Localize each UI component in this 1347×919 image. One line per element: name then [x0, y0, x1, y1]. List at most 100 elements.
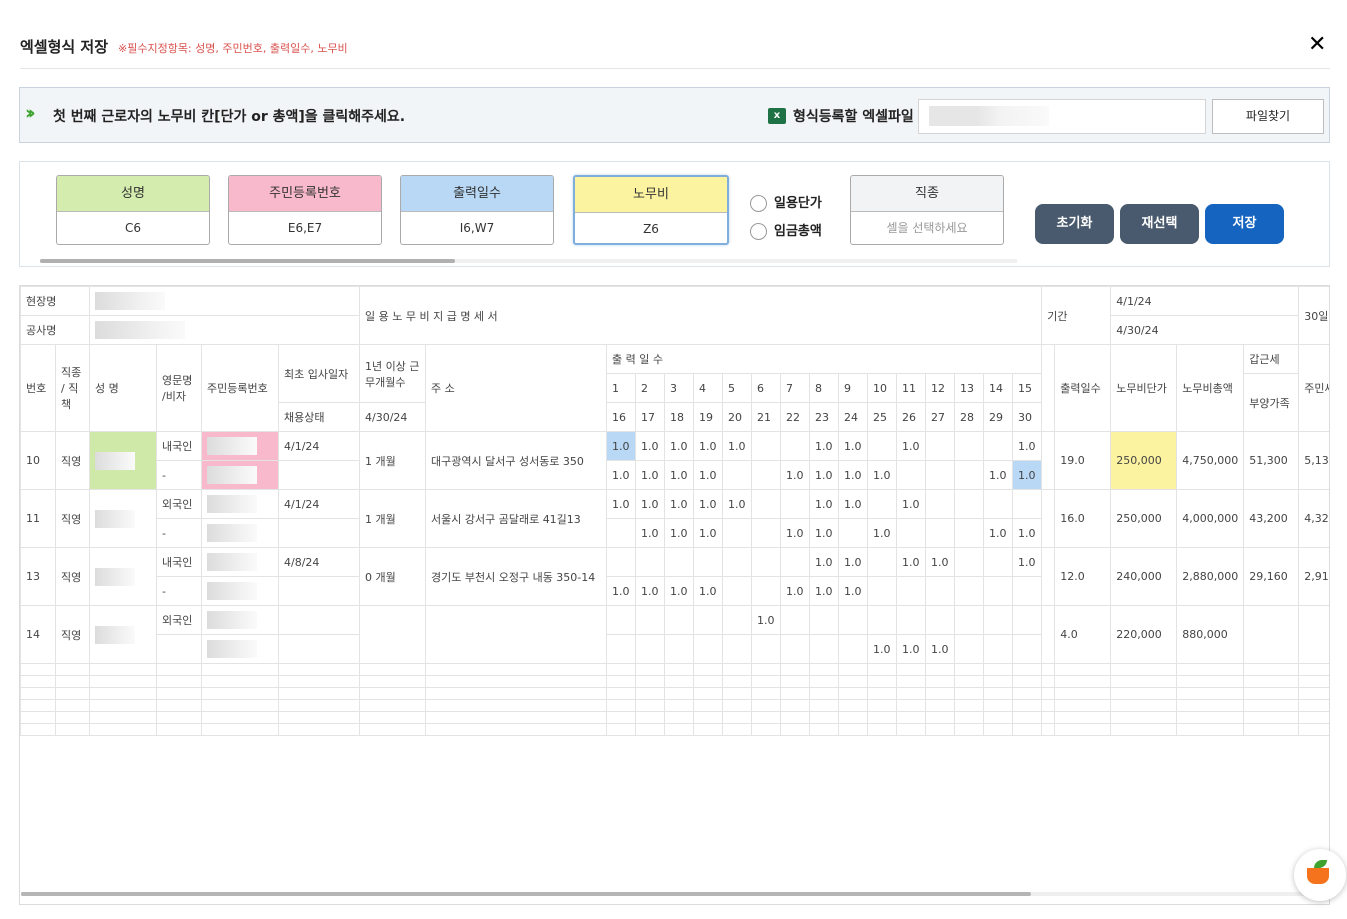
- day-cell[interactable]: 18: [664, 402, 694, 432]
- attendance-cell[interactable]: [606, 605, 636, 635]
- sheet-cell[interactable]: [838, 663, 868, 676]
- sheet-cell[interactable]: [693, 663, 723, 676]
- sheet-cell[interactable]: [55, 699, 90, 712]
- attendance-cell[interactable]: 1.0: [867, 518, 897, 548]
- row-unit[interactable]: 240,000: [1110, 547, 1178, 606]
- sheet-cell[interactable]: [867, 663, 897, 676]
- row-att-count[interactable]: 12.0: [1054, 547, 1112, 606]
- attendance-cell[interactable]: [751, 489, 781, 519]
- attendance-cell[interactable]: 1.0: [838, 576, 868, 606]
- attendance-cell[interactable]: [867, 605, 897, 635]
- sheet-cell[interactable]: [1176, 675, 1245, 688]
- header-resident[interactable]: 주민세: [1298, 344, 1329, 432]
- sheet-cell[interactable]: [425, 675, 607, 688]
- day-cell[interactable]: 10: [867, 373, 897, 403]
- sheet-cell[interactable]: [896, 663, 926, 676]
- attendance-cell[interactable]: [693, 634, 723, 664]
- sheet-cell[interactable]: [867, 675, 897, 688]
- sheet-cell[interactable]: [693, 675, 723, 688]
- sheet-cell[interactable]: [838, 675, 868, 688]
- attendance-cell[interactable]: 1.0: [780, 518, 810, 548]
- radio-daily-rate[interactable]: 일용단가: [750, 192, 822, 212]
- sheet-cell[interactable]: [20, 699, 56, 712]
- attendance-cell[interactable]: [925, 576, 955, 606]
- attendance-cell[interactable]: [925, 460, 955, 490]
- sheet-cell[interactable]: [89, 723, 157, 736]
- sheet-cell[interactable]: [1243, 711, 1300, 724]
- sheet-cell[interactable]: [1110, 675, 1178, 688]
- field-name[interactable]: 성명 C6: [56, 175, 210, 245]
- sheet-cell[interactable]: [156, 699, 202, 712]
- attendance-cell[interactable]: [954, 634, 984, 664]
- row-address[interactable]: [425, 605, 607, 664]
- attendance-cell[interactable]: [693, 605, 723, 635]
- row-no[interactable]: 11: [20, 489, 56, 548]
- site-value[interactable]: [89, 286, 360, 316]
- sheet-cell[interactable]: [780, 663, 810, 676]
- field-wage[interactable]: 노무비 Z6: [573, 175, 729, 245]
- attendance-cell[interactable]: 1.0: [1011, 460, 1043, 490]
- attendance-cell[interactable]: 1.0: [983, 460, 1013, 490]
- sheet-cell[interactable]: [1011, 711, 1043, 724]
- sheet-cell[interactable]: [55, 663, 90, 676]
- attendance-cell[interactable]: 1.0: [751, 605, 781, 635]
- attendance-cell[interactable]: [983, 605, 1013, 635]
- header-visa[interactable]: 영문명 /비자: [156, 344, 202, 432]
- sheet-cell[interactable]: [89, 687, 157, 700]
- sheet-cell[interactable]: [722, 711, 752, 724]
- sheet-cell[interactable]: [635, 687, 665, 700]
- sheet-cell[interactable]: [1243, 687, 1300, 700]
- sheet-cell[interactable]: [278, 663, 360, 676]
- attendance-cell[interactable]: 1.0: [925, 547, 955, 577]
- attendance-cell[interactable]: [867, 576, 897, 606]
- row-rrn2[interactable]: [201, 634, 279, 664]
- sheet-cell[interactable]: [809, 687, 839, 700]
- day-cell[interactable]: 21: [751, 402, 781, 432]
- chat-widget-button[interactable]: [1294, 849, 1346, 901]
- sheet-cell[interactable]: [606, 699, 636, 712]
- period-end[interactable]: 4/30/24: [1110, 315, 1300, 345]
- field-scrollbar[interactable]: [40, 259, 1017, 263]
- sheet-cell[interactable]: [1041, 687, 1056, 700]
- field-rrn[interactable]: 주민등록번호 E6,E7: [228, 175, 382, 245]
- row-rrn2[interactable]: [201, 518, 279, 548]
- attendance-cell[interactable]: 1.0: [635, 431, 665, 461]
- row-rrn2[interactable]: [201, 460, 279, 490]
- header-status[interactable]: 채용상태: [278, 402, 360, 432]
- attendance-cell[interactable]: 1.0: [606, 489, 636, 519]
- sheet-cell[interactable]: [425, 699, 607, 712]
- sheet-cell[interactable]: [780, 711, 810, 724]
- day-cell[interactable]: 29: [983, 402, 1013, 432]
- row-rrn[interactable]: [201, 489, 279, 519]
- header-name[interactable]: 성 명: [89, 344, 157, 432]
- row-name[interactable]: [89, 489, 157, 548]
- row-total[interactable]: 4,000,000: [1176, 489, 1245, 548]
- sheet-cell[interactable]: [1054, 723, 1112, 736]
- attendance-cell[interactable]: 1.0: [838, 489, 868, 519]
- sheet-cell[interactable]: [278, 576, 360, 606]
- attendance-cell[interactable]: [722, 547, 752, 577]
- row-visa2[interactable]: -: [156, 518, 202, 548]
- day-cell[interactable]: 26: [896, 402, 926, 432]
- header-over1[interactable]: 1년 이상 근무개월수: [359, 344, 426, 403]
- sheet-cell[interactable]: [1176, 663, 1245, 676]
- sheet-cell[interactable]: [278, 634, 360, 664]
- attendance-cell[interactable]: 1.0: [809, 460, 839, 490]
- day-cell[interactable]: 6: [751, 373, 781, 403]
- day-cell[interactable]: 12: [925, 373, 955, 403]
- sheet-cell[interactable]: [1176, 699, 1245, 712]
- sheet-cell[interactable]: [606, 711, 636, 724]
- row-months[interactable]: 1 개월: [359, 489, 426, 548]
- row-rrn[interactable]: [201, 547, 279, 577]
- sheet-cell[interactable]: [954, 699, 984, 712]
- period-start[interactable]: 4/1/24: [1110, 286, 1300, 316]
- sheet-cell[interactable]: [1041, 344, 1056, 432]
- sheet-cell[interactable]: [1041, 675, 1056, 688]
- header-first-date[interactable]: 최초 입사일자: [278, 344, 360, 403]
- attendance-cell[interactable]: [954, 576, 984, 606]
- day-cell[interactable]: 11: [896, 373, 926, 403]
- sheet-cell[interactable]: [664, 675, 694, 688]
- period-label[interactable]: 기간: [1041, 286, 1112, 345]
- sheet-cell[interactable]: [1011, 723, 1043, 736]
- sheet-cell[interactable]: [1041, 711, 1056, 724]
